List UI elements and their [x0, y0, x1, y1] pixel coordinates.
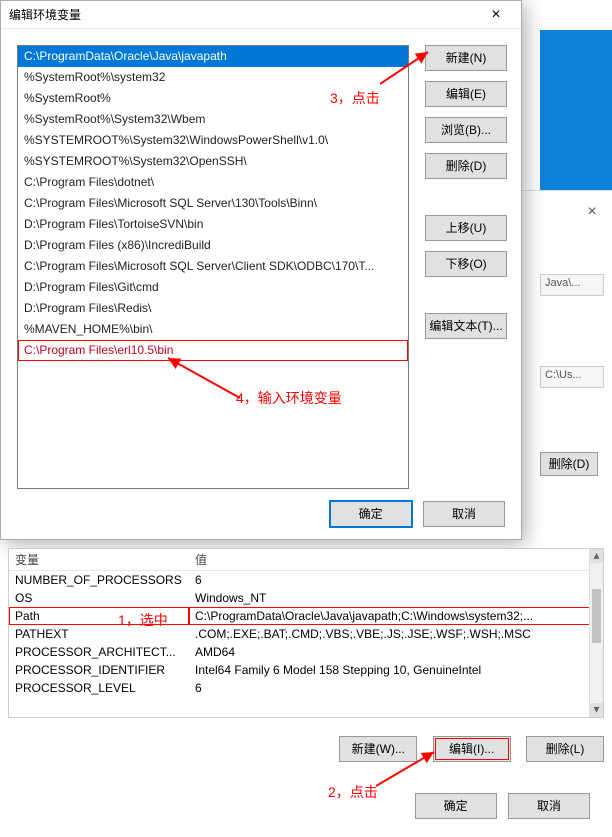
list-item[interactable]: C:\ProgramData\Oracle\Java\javapath: [18, 46, 408, 67]
system-vars-buttons: 新建(W)... 编辑(I)... 删除(L): [8, 736, 604, 770]
dialog-title: 编辑环境变量: [9, 8, 81, 22]
browse-button[interactable]: 浏览(B)...: [425, 117, 507, 143]
list-item[interactable]: %SystemRoot%\system32: [18, 67, 408, 88]
list-item[interactable]: D:\Program Files\Git\cmd: [18, 277, 408, 298]
list-item[interactable]: C:\Program Files\Microsoft SQL Server\Cl…: [18, 256, 408, 277]
list-item[interactable]: %MAVEN_HOME%\bin\: [18, 319, 408, 340]
list-item-new-entry[interactable]: C:\Program Files\erl10.5\bin: [18, 340, 408, 361]
move-down-button[interactable]: 下移(O): [425, 251, 507, 277]
delete-button[interactable]: 删除(D): [425, 153, 507, 179]
list-item[interactable]: %SystemRoot%\System32\Wbem: [18, 109, 408, 130]
env-ok-button[interactable]: 确定: [415, 793, 497, 819]
new-var-button[interactable]: 新建(W)...: [339, 736, 417, 762]
scroll-down-icon[interactable]: ▾: [590, 703, 603, 717]
table-row[interactable]: NUMBER_OF_PROCESSORS6: [9, 571, 603, 590]
bg-delete-button[interactable]: 删除(D): [540, 452, 598, 476]
edit-text-button[interactable]: 编辑文本(T)...: [425, 313, 507, 339]
dialog-button-column: 新建(N) 编辑(E) 浏览(B)... 删除(D) 上移(U) 下移(O) 编…: [425, 45, 507, 347]
list-item[interactable]: %SYSTEMROOT%\System32\WindowsPowerShell\…: [18, 130, 408, 151]
dialog-titlebar: 编辑环境变量 ×: [1, 1, 521, 29]
list-item[interactable]: D:\Program Files (x86)\IncrediBuild: [18, 235, 408, 256]
table-row-path[interactable]: PathC:\ProgramData\Oracle\Java\javapath;…: [9, 607, 603, 625]
delete-var-button[interactable]: 删除(L): [526, 736, 604, 762]
scrollbar[interactable]: ▴ ▾: [589, 549, 603, 717]
desktop-bg: [540, 30, 612, 190]
system-vars-panel: 变量 值 NUMBER_OF_PROCESSORS6 OSWindows_NT …: [8, 548, 604, 837]
annotation-2: 2，点击: [328, 782, 378, 802]
scroll-thumb[interactable]: [592, 589, 601, 643]
bg-stub-1: Java\...: [540, 274, 604, 296]
table-row[interactable]: PATHEXT.COM;.EXE;.BAT;.CMD;.VBS;.VBE;.JS…: [9, 625, 603, 643]
edit-var-button[interactable]: 编辑(I)...: [433, 736, 511, 762]
list-item[interactable]: D:\Program Files\TortoiseSVN\bin: [18, 214, 408, 235]
env-dialog-footer: 确定 取消: [407, 793, 590, 827]
col-header-name[interactable]: 变量: [9, 549, 189, 571]
bg-stub-2: C:\Us...: [540, 366, 604, 388]
edit-env-var-dialog: 编辑环境变量 × C:\ProgramData\Oracle\Java\java…: [0, 0, 522, 540]
list-item[interactable]: D:\Program Files\Redis\: [18, 298, 408, 319]
table-row[interactable]: PROCESSOR_ARCHITECT...AMD64: [9, 643, 603, 661]
cancel-button[interactable]: 取消: [423, 501, 505, 527]
scroll-up-icon[interactable]: ▴: [590, 549, 603, 563]
system-vars-table-wrap: 变量 值 NUMBER_OF_PROCESSORS6 OSWindows_NT …: [8, 548, 604, 718]
bg-panel: Java\... C:\Us... 删除(D): [540, 250, 604, 476]
path-listbox[interactable]: C:\ProgramData\Oracle\Java\javapath %Sys…: [17, 45, 409, 489]
list-item[interactable]: C:\Program Files\Microsoft SQL Server\13…: [18, 193, 408, 214]
list-item[interactable]: %SYSTEMROOT%\System32\OpenSSH\: [18, 151, 408, 172]
system-vars-table[interactable]: 变量 值 NUMBER_OF_PROCESSORS6 OSWindows_NT …: [9, 549, 603, 697]
list-item[interactable]: %SystemRoot%: [18, 88, 408, 109]
close-icon[interactable]: ×: [475, 1, 517, 29]
col-header-value[interactable]: 值: [189, 549, 603, 571]
env-cancel-button[interactable]: 取消: [508, 793, 590, 819]
table-row[interactable]: PROCESSOR_LEVEL6: [9, 679, 603, 697]
ok-button[interactable]: 确定: [330, 501, 412, 527]
close-icon[interactable]: ×: [577, 203, 607, 221]
table-row[interactable]: OSWindows_NT: [9, 589, 603, 607]
move-up-button[interactable]: 上移(U): [425, 215, 507, 241]
new-button[interactable]: 新建(N): [425, 45, 507, 71]
edit-button[interactable]: 编辑(E): [425, 81, 507, 107]
list-item[interactable]: C:\Program Files\dotnet\: [18, 172, 408, 193]
dialog-footer-buttons: 确定 取消: [322, 501, 505, 527]
table-row[interactable]: PROCESSOR_IDENTIFIERIntel64 Family 6 Mod…: [9, 661, 603, 679]
